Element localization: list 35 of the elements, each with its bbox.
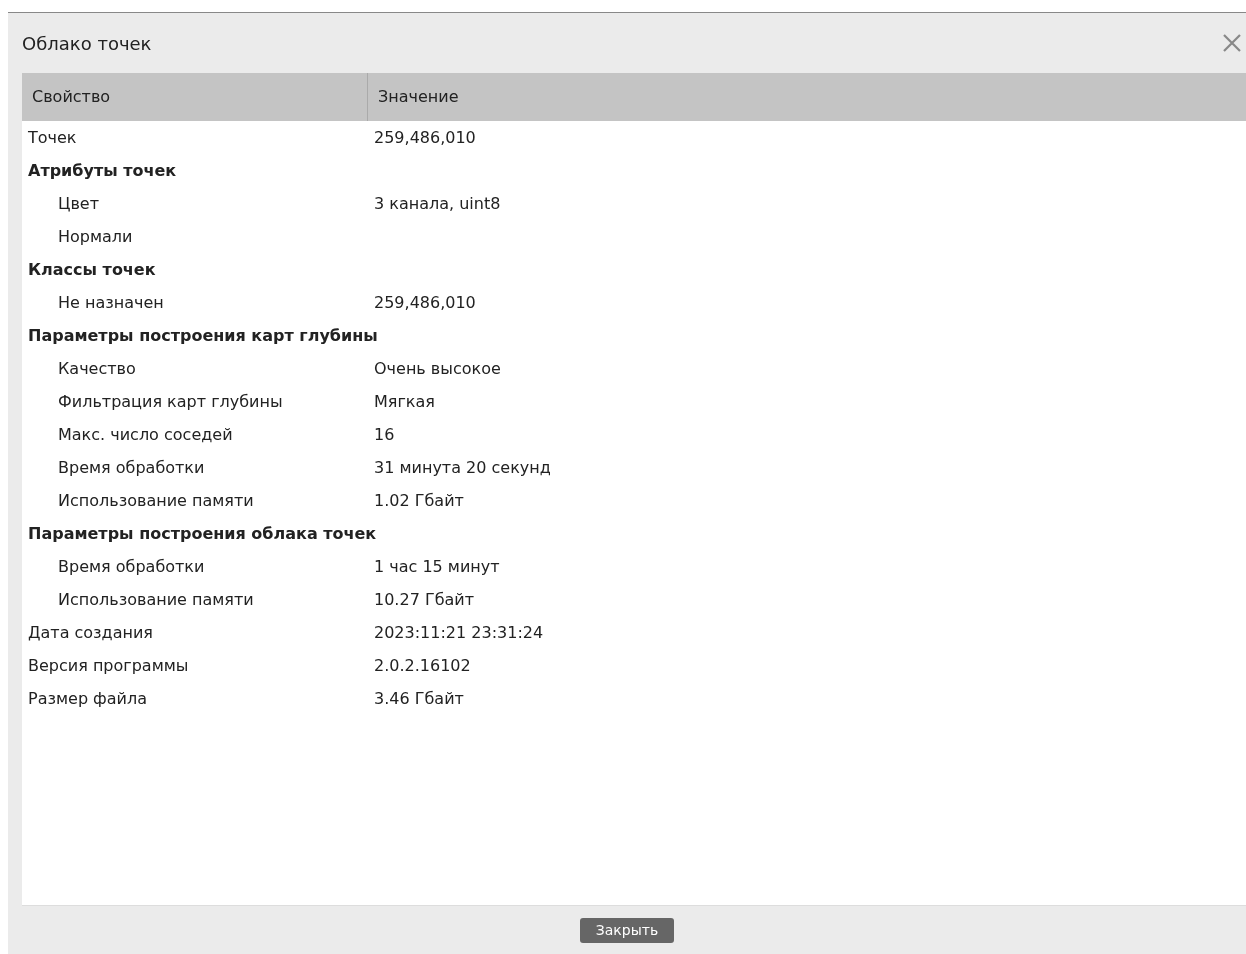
column-header[interactable]: Значение: [368, 73, 469, 121]
property-name: Фильтрация карт глубины: [57, 391, 284, 411]
property-name: Использование памяти: [57, 490, 255, 510]
property-name: Макс. число соседей: [57, 424, 234, 444]
property-value: Очень высокое: [373, 357, 502, 380]
property-value: Мягкая: [373, 390, 436, 413]
property-value: 259,486,010: [373, 291, 477, 314]
property-value: 31 минута 20 секунд: [373, 456, 552, 479]
property-name: Время обработки: [57, 556, 206, 576]
property-name: Дата создания: [27, 622, 154, 642]
property-value: 16: [373, 423, 396, 446]
section-heading: Атрибуты точек: [27, 160, 178, 180]
property-value: 2023:11:21 23:31:24: [373, 621, 545, 644]
close-button[interactable]: Закрыть: [579, 917, 675, 943]
property-name: Время обработки: [57, 457, 206, 477]
property-name: Использование памяти: [57, 589, 255, 609]
column-header[interactable]: Свойство: [22, 73, 368, 121]
section-heading: Параметры построения облака точек: [27, 523, 378, 543]
property-value: 1.02 Гбайт: [373, 489, 465, 512]
property-name: Качество: [57, 358, 137, 378]
property-value: 3 канала, uint8: [373, 192, 502, 215]
property-value: 259,486,010: [373, 126, 477, 149]
property-name: Точек: [27, 127, 78, 147]
section-heading: Параметры построения карт глубины: [27, 325, 379, 345]
section-heading: Классы точек: [27, 259, 157, 279]
property-value: 10.27 Гбайт: [373, 588, 476, 611]
property-name: Цвет: [57, 193, 100, 213]
property-name: Не назначен: [57, 292, 165, 312]
property-value: 1 час 15 минут: [373, 555, 501, 578]
property-name: Размер файла: [27, 688, 149, 708]
property-name: Нормали: [57, 226, 134, 246]
window-title: Облако точек: [22, 31, 152, 56]
property-name: Версия программы: [27, 655, 190, 675]
property-value: 2.0.2.16102: [373, 654, 472, 677]
property-value: 3.46 Гбайт: [373, 687, 465, 710]
